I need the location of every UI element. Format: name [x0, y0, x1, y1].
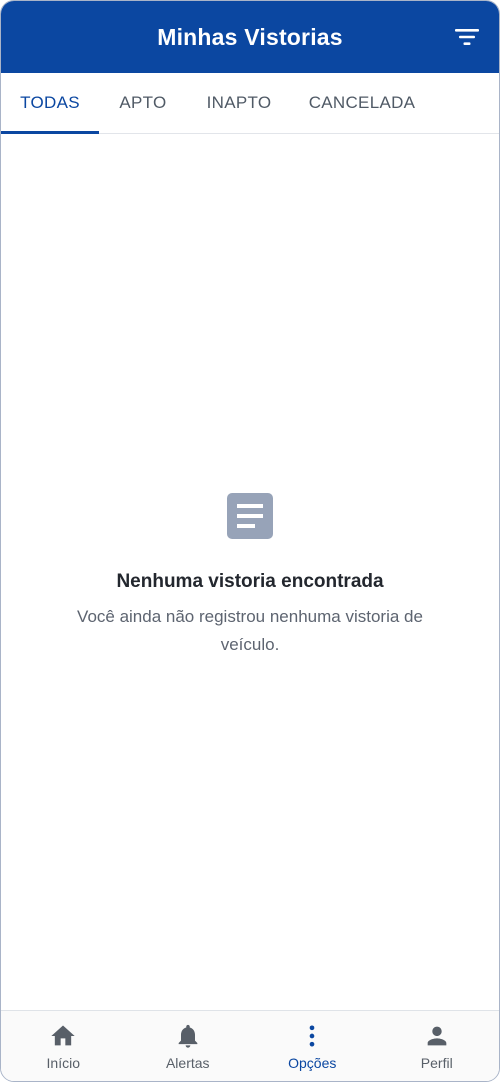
nav-item-inicio[interactable]: Início — [1, 1011, 126, 1081]
empty-state-message: Você ainda não registrou nenhuma vistori… — [77, 607, 423, 654]
tab-inapto[interactable]: INAPTO — [187, 73, 291, 133]
nav-item-alertas[interactable]: Alertas — [126, 1011, 251, 1081]
home-icon — [49, 1022, 77, 1050]
tab-label: TODAS — [20, 93, 80, 112]
tab-label: APTO — [119, 93, 167, 112]
nav-label: Alertas — [165, 1055, 210, 1071]
page-title: Minhas Vistorias — [157, 23, 343, 50]
nav-item-perfil[interactable]: Perfil — [375, 1011, 500, 1081]
nav-label: Início — [46, 1055, 80, 1071]
tab-apto[interactable]: APTO — [99, 73, 187, 133]
more-vertical-icon — [298, 1022, 326, 1050]
app-screen: Minhas Vistorias TODAS APTO INAPTO CANCE… — [0, 0, 500, 1082]
app-bar: Minhas Vistorias — [1, 1, 499, 73]
empty-state-title: Nenhuma vistoria encontrada — [116, 571, 384, 592]
bell-icon — [174, 1022, 202, 1050]
empty-state: Nenhuma vistoria encontrada Você ainda n… — [1, 493, 499, 659]
tab-label: INAPTO — [206, 93, 272, 112]
nav-label: Perfil — [420, 1055, 453, 1071]
filter-list-icon — [455, 29, 479, 45]
nav-label: Opções — [288, 1055, 337, 1071]
tab-todas[interactable]: TODAS — [1, 73, 99, 134]
tab-cancelada[interactable]: CANCELADA — [291, 73, 433, 133]
bottom-navigation: Início Alertas Opções Perfil — [1, 1010, 499, 1081]
document-lines-icon — [227, 493, 273, 539]
tab-label: CANCELADA — [308, 93, 416, 112]
status-tabs: TODAS APTO INAPTO CANCELADA — [1, 73, 499, 134]
filter-button[interactable] — [449, 19, 485, 55]
nav-item-opcoes[interactable]: Opções — [250, 1011, 375, 1081]
person-icon — [423, 1022, 451, 1050]
